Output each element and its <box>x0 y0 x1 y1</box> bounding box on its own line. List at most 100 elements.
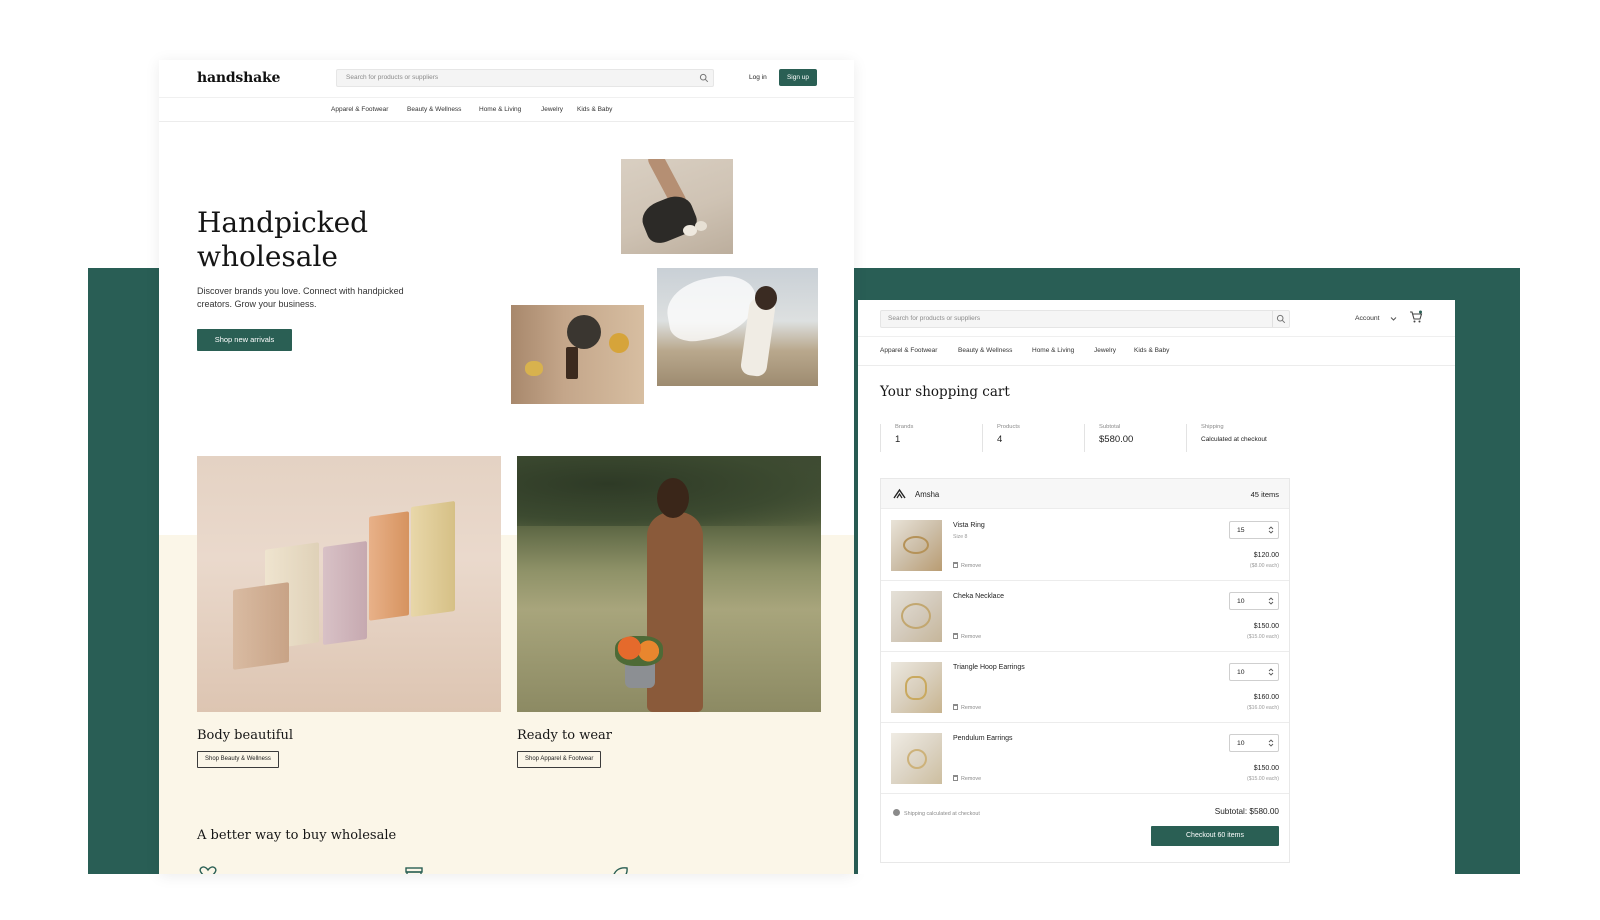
remove-label: Remove <box>961 776 982 782</box>
cart-icon[interactable] <box>1409 310 1423 324</box>
nav-jewelry[interactable]: Jewelry <box>541 106 563 113</box>
item-thumbnail[interactable] <box>891 520 942 571</box>
handshake-logo[interactable]: handshake <box>197 70 280 86</box>
nav-jewelry[interactable]: Jewelry <box>1094 347 1116 354</box>
shop-apparel-footwear-button[interactable]: Shop Apparel & Footwear <box>517 751 602 768</box>
quantity-value: 15 <box>1237 527 1245 534</box>
stat-value: 1 <box>895 434 901 445</box>
nav-home-living[interactable]: Home & Living <box>479 106 521 113</box>
stat-label: Subtotal <box>1099 424 1121 430</box>
cart-search-input[interactable]: Search for products or suppliers <box>880 310 1290 328</box>
item-name[interactable]: Vista Ring <box>953 522 985 529</box>
nav-kids-baby[interactable]: Kids & Baby <box>1134 347 1169 354</box>
brand-name[interactable]: Amsha <box>915 490 939 499</box>
stat-label: Shipping <box>1201 424 1224 430</box>
landing-search-input[interactable]: Search for products or suppliers <box>336 69 714 87</box>
shop-beauty-wellness-button[interactable]: Shop Beauty & Wellness <box>197 751 279 768</box>
remove-button[interactable]: Remove <box>953 704 981 711</box>
remove-label: Remove <box>961 634 982 640</box>
landing-page-window: handshake Search for products or supplie… <box>159 60 854 874</box>
hero-subtitle: Discover brands you love. Connect with h… <box>197 286 404 309</box>
stat-value: Calculated at checkout <box>1201 436 1267 443</box>
signup-button[interactable]: Sign up <box>779 69 817 86</box>
cart-title: Your shopping cart <box>880 384 1010 400</box>
trash-icon <box>953 775 958 781</box>
stat-value: 4 <box>997 434 1003 445</box>
section-title-better-way: A better way to buy wholesale <box>197 828 397 843</box>
nav-kids-baby[interactable]: Kids & Baby <box>577 106 612 113</box>
nav-beauty-wellness[interactable]: Beauty & Wellness <box>407 106 461 113</box>
quantity-stepper[interactable]: 10 <box>1229 592 1279 610</box>
trash-icon <box>953 562 958 568</box>
shipping-note: Shipping calculated at checkout <box>893 809 980 817</box>
hero-title: Handpicked wholesale <box>197 206 368 274</box>
login-link[interactable]: Log in <box>749 74 767 81</box>
item-thumbnail[interactable] <box>891 662 942 713</box>
hero-image-skincare <box>511 305 644 404</box>
item-price: $160.00 <box>1253 694 1279 701</box>
quantity-value: 10 <box>1237 740 1245 747</box>
checkout-button[interactable]: Checkout 60 items <box>1151 826 1279 846</box>
search-placeholder: Search for products or suppliers <box>346 74 439 81</box>
brand-header: Amsha 45 items <box>881 479 1289 509</box>
shipping-note-text: Shipping calculated at checkout <box>904 811 980 817</box>
cart-category-nav: Apparel & Footwear Beauty & Wellness Hom… <box>858 336 1455 366</box>
item-name[interactable]: Triangle Hoop Earrings <box>953 664 1025 671</box>
cart-item: Triangle Hoop Earrings Remove 10 $160.00… <box>881 652 1289 723</box>
card-image-dress[interactable] <box>517 456 821 712</box>
item-unit-price: ($16.00 each) <box>1246 705 1279 711</box>
brand-item-count: 45 items <box>1250 490 1279 499</box>
stat-value: $580.00 <box>1099 434 1134 445</box>
cart-page-window: Search for products or suppliers Account… <box>858 300 1455 874</box>
shop-new-arrivals-button[interactable]: Shop new arrivals <box>197 329 292 351</box>
item-price: $150.00 <box>1253 765 1279 772</box>
item-thumbnail[interactable] <box>891 591 942 642</box>
hero-image-bag <box>621 159 733 254</box>
nav-beauty-wellness[interactable]: Beauty & Wellness <box>958 347 1012 354</box>
cart-item: Vista Ring Size 8 Remove 15 $120.00 ($8.… <box>881 510 1289 581</box>
item-name[interactable]: Pendulum Earrings <box>953 735 1013 742</box>
trash-icon <box>953 704 958 710</box>
cart-item: Pendulum Earrings Remove 10 $150.00 ($15… <box>881 723 1289 794</box>
trash-icon <box>953 633 958 639</box>
hero-title-line2: wholesale <box>197 240 338 273</box>
leaf-icon <box>613 867 628 874</box>
quantity-stepper[interactable]: 10 <box>1229 663 1279 681</box>
item-unit-price: ($15.00 each) <box>1246 634 1279 640</box>
stepper-arrows-icon[interactable] <box>1267 737 1275 749</box>
item-name[interactable]: Cheka Necklace <box>953 593 1004 600</box>
hero-title-line1: Handpicked <box>197 206 369 239</box>
stepper-arrows-icon[interactable] <box>1267 524 1275 536</box>
hero-image-woman-field <box>657 268 818 386</box>
item-unit-price: ($8.00 each) <box>1249 563 1279 569</box>
info-icon <box>893 809 900 816</box>
search-placeholder: Search for products or suppliers <box>888 315 981 322</box>
remove-label: Remove <box>961 563 982 569</box>
landing-category-nav: Apparel & Footwear Beauty & Wellness Hom… <box>159 97 854 122</box>
account-menu[interactable]: Account <box>1355 315 1380 322</box>
nav-home-living[interactable]: Home & Living <box>1032 347 1074 354</box>
item-size: Size 8 <box>953 534 968 540</box>
chevron-down-icon[interactable] <box>1390 316 1397 322</box>
nav-apparel-footwear[interactable]: Apparel & Footwear <box>880 347 937 354</box>
remove-button[interactable]: Remove <box>953 775 981 782</box>
stepper-arrows-icon[interactable] <box>1267 666 1275 678</box>
item-thumbnail[interactable] <box>891 733 942 784</box>
remove-button[interactable]: Remove <box>953 633 981 640</box>
quantity-stepper[interactable]: 15 <box>1229 521 1279 539</box>
card-image-soaps[interactable] <box>197 456 501 712</box>
stepper-arrows-icon[interactable] <box>1267 595 1275 607</box>
quantity-value: 10 <box>1237 669 1245 676</box>
remove-label: Remove <box>961 705 982 711</box>
stat-subtotal: Subtotal $580.00 <box>1084 424 1184 452</box>
search-icon[interactable] <box>699 73 709 83</box>
quantity-stepper[interactable]: 10 <box>1229 734 1279 752</box>
remove-button[interactable]: Remove <box>953 562 981 569</box>
stat-label: Brands <box>895 424 914 430</box>
amsha-logo-icon <box>893 488 906 499</box>
item-price: $150.00 <box>1253 623 1279 630</box>
nav-apparel-footwear[interactable]: Apparel & Footwear <box>331 106 388 113</box>
search-icon[interactable] <box>1276 314 1286 324</box>
heart-icon <box>199 866 217 874</box>
cart-brand-group: Amsha 45 items Vista Ring Size 8 Remove … <box>880 478 1290 863</box>
